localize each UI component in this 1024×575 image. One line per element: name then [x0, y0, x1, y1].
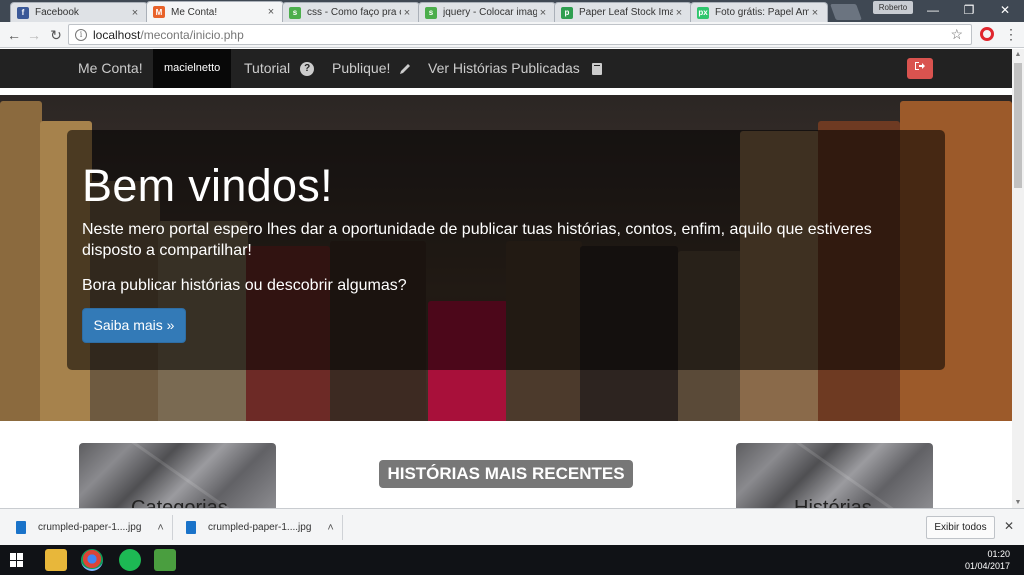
stories-card-title: Histórias	[794, 497, 872, 508]
site-navbar: Me Conta! macielnetto Tutorial ? Publiqu…	[0, 49, 1012, 88]
divider	[172, 515, 173, 540]
new-tab-button[interactable]	[830, 4, 862, 20]
windows-taskbar: 01:20 01/04/2017	[0, 545, 1024, 575]
close-icon[interactable]: ×	[673, 7, 685, 19]
reload-icon[interactable]: ↻	[46, 25, 66, 45]
stackoverflow-icon: s	[289, 6, 301, 19]
url-path: /meconta/inicio.php	[140, 27, 244, 42]
book-icon	[590, 62, 604, 76]
tab-css[interactable]: s css - Como faço pra co ×	[282, 2, 420, 22]
tab-jquery[interactable]: s jquery - Colocar image ×	[418, 2, 556, 22]
question-circle-icon: ?	[300, 61, 315, 76]
scroll-up-icon[interactable]: ▲	[1012, 51, 1024, 58]
image-file-icon	[16, 521, 26, 534]
info-icon[interactable]: i	[75, 28, 87, 41]
image-editor-icon[interactable]	[154, 549, 176, 571]
tab-label: Me Conta!	[171, 6, 218, 18]
download-item[interactable]: crumpled-paper-1....jpg ˄	[186, 509, 334, 546]
logout-button[interactable]	[907, 58, 933, 79]
hero-cta-text: Bora publicar histórias ou descobrir alg…	[82, 277, 407, 294]
tab-label: Paper Leaf Stock Image	[579, 7, 673, 18]
meconta-icon: M	[153, 6, 165, 18]
scrollbar-thumb[interactable]	[1014, 63, 1022, 188]
close-icon[interactable]: ×	[537, 7, 549, 19]
tab-foto-gratis[interactable]: px Foto grátis: Papel Ama ×	[690, 2, 828, 22]
address-bar[interactable]: i localhost/meconta/inicio.php ☆	[68, 24, 972, 45]
page-scrollbar[interactable]: ▲ ▼	[1012, 49, 1024, 508]
windows-start-icon[interactable]	[10, 553, 24, 567]
image-file-icon	[186, 521, 196, 534]
nav-tutorial[interactable]: Tutorial ?	[244, 49, 315, 88]
chevron-up-icon[interactable]: ˄	[157, 522, 163, 534]
tab-facebook[interactable]: f Facebook ×	[10, 2, 148, 22]
jumbotron: Bem vindos! Neste mero portal espero lhe…	[67, 130, 945, 370]
close-icon[interactable]: ×	[129, 7, 141, 19]
spotify-icon[interactable]	[119, 549, 141, 571]
clock-date: 01/04/2017	[964, 561, 1010, 571]
divider	[342, 515, 343, 540]
minimize-icon[interactable]: —	[915, 0, 951, 20]
download-filename: crumpled-paper-1....jpg	[38, 522, 142, 533]
nav-publique[interactable]: Publique!	[332, 49, 412, 88]
restore-icon[interactable]: ❐	[951, 0, 987, 20]
hero-title: Bem vindos!	[82, 160, 333, 211]
stackoverflow-icon: s	[425, 6, 437, 19]
system-clock[interactable]: 01:20 01/04/2017	[965, 548, 1010, 572]
hero-lead: Neste mero portal espero lhes dar a opor…	[82, 221, 872, 259]
tab-label: jquery - Colocar image	[443, 7, 537, 18]
page-viewport: Me Conta! macielnetto Tutorial ? Publiqu…	[0, 49, 1012, 508]
download-shelf: crumpled-paper-1....jpg ˄ crumpled-paper…	[0, 508, 1024, 545]
url-host: localhost	[93, 27, 141, 42]
clock-time: 01:20	[987, 549, 1010, 559]
tab-label: Facebook	[35, 7, 79, 18]
menu-icon[interactable]: ⋮	[1004, 26, 1018, 42]
nav-publique-label: Publique!	[332, 60, 391, 76]
show-all-downloads-button[interactable]: Exibir todos	[926, 516, 995, 539]
tab-paper-leaf[interactable]: p Paper Leaf Stock Image ×	[554, 2, 692, 22]
pencil-icon	[398, 62, 412, 76]
user-link[interactable]: macielnetto	[153, 49, 232, 88]
bookmark-star-icon[interactable]: ☆	[950, 25, 963, 44]
back-icon[interactable]: ←	[4, 25, 24, 45]
recent-stories-heading: HISTÓRIAS MAIS RECENTES	[379, 460, 633, 488]
download-item[interactable]: crumpled-paper-1....jpg ˄	[16, 509, 164, 546]
stories-card[interactable]: Histórias	[736, 443, 933, 508]
nav-historias-label: Ver Histórias Publicadas	[428, 60, 580, 76]
categories-card[interactable]: Categorias	[79, 443, 276, 508]
nav-tutorial-label: Tutorial	[244, 60, 291, 76]
forward-icon[interactable]: →	[24, 25, 44, 45]
book-spine	[0, 101, 42, 421]
hero-banner: Bem vindos! Neste mero portal espero lhe…	[0, 95, 1012, 421]
window-close-icon[interactable]: ✕	[987, 0, 1023, 20]
nav-historias[interactable]: Ver Histórias Publicadas	[428, 49, 604, 88]
sign-out-icon	[914, 62, 926, 74]
categories-card-title: Categorias	[131, 497, 228, 508]
tab-meconta[interactable]: M Me Conta! ×	[146, 1, 284, 22]
tab-label: Foto grátis: Papel Ama	[715, 7, 809, 18]
opera-extension-icon[interactable]	[980, 27, 994, 41]
download-filename: crumpled-paper-1....jpg	[208, 522, 312, 533]
pixabay-icon: px	[697, 6, 709, 19]
tab-strip: f Facebook × M Me Conta! × s css - Como …	[0, 0, 1024, 22]
stockimage-icon: p	[561, 6, 573, 19]
tab-label: css - Como faço pra co	[307, 7, 401, 18]
close-icon[interactable]: ×	[401, 7, 413, 19]
close-icon[interactable]: ×	[265, 6, 277, 18]
close-icon[interactable]: ✕	[1004, 519, 1014, 533]
learn-more-button[interactable]: Saiba mais »	[82, 308, 186, 343]
brand-link[interactable]: Me Conta!	[78, 49, 143, 88]
profile-button[interactable]: Roberto	[873, 1, 913, 14]
facebook-icon: f	[17, 6, 29, 19]
chevron-up-icon[interactable]: ˄	[327, 522, 333, 534]
close-icon[interactable]: ×	[809, 7, 821, 19]
scroll-down-icon[interactable]: ▼	[1012, 499, 1024, 506]
file-explorer-icon[interactable]	[45, 549, 67, 571]
browser-toolbar: ← → ↻ i localhost/meconta/inicio.php ☆ ⋮	[0, 22, 1024, 48]
chrome-icon[interactable]	[81, 549, 103, 571]
